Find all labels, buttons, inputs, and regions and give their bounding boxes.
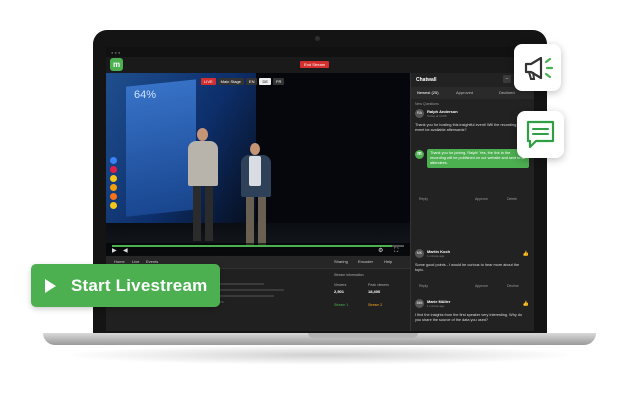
megaphone-card bbox=[514, 44, 561, 91]
approve-action[interactable]: Approve bbox=[475, 284, 488, 288]
tab-help[interactable]: Help bbox=[384, 259, 392, 264]
chat-message: MM Marie Müller 1 minute ago 👍 I find th… bbox=[415, 299, 531, 331]
peak-viewers-label: Peak viewers bbox=[368, 283, 389, 287]
stats-title: Stream information bbox=[334, 273, 364, 277]
play-icon bbox=[45, 279, 56, 293]
tab-approved[interactable]: Approved bbox=[456, 90, 473, 95]
delete-action[interactable]: Delete bbox=[507, 197, 517, 201]
megaphone-icon bbox=[524, 56, 554, 80]
speaker-right bbox=[236, 143, 276, 253]
message-time: 1 minute ago bbox=[427, 304, 445, 308]
progress-fill bbox=[112, 245, 393, 247]
laptop-base bbox=[43, 333, 596, 345]
laptop-shadow bbox=[60, 345, 580, 365]
laptop-notch bbox=[308, 333, 418, 338]
host-reply: Thank you for joining, Ralph! Yes, the l… bbox=[427, 149, 529, 168]
message-time: 1 minute ago bbox=[427, 254, 445, 258]
browser-bar: ● ● ● bbox=[106, 47, 534, 57]
stage-screen-text: 64% bbox=[134, 89, 157, 101]
app-logo: m bbox=[110, 58, 123, 71]
sad-reaction-icon[interactable] bbox=[110, 202, 117, 209]
play-icon[interactable]: ▶ bbox=[112, 248, 117, 254]
laugh-reaction-icon[interactable] bbox=[110, 175, 117, 182]
tab-language-fr[interactable]: FR bbox=[273, 78, 285, 85]
decline-action[interactable]: Decline bbox=[507, 284, 519, 288]
tab-encoder[interactable]: Encoder bbox=[358, 259, 373, 264]
fullscreen-icon[interactable]: ⛶ bbox=[394, 248, 398, 254]
player-controls: ▶ ◀ ⚙ ⛶ bbox=[106, 243, 410, 256]
tab-language-de[interactable]: DE bbox=[259, 78, 272, 85]
new-questions-label: New Questions bbox=[415, 102, 439, 106]
tab-language-en[interactable]: EN bbox=[245, 78, 258, 85]
chat-message: RA Ralph Anderson Today at 14:05 Thank y… bbox=[415, 109, 531, 209]
start-livestream-button[interactable]: Start Livestream bbox=[31, 264, 220, 307]
peak-viewers-value: 18,400 bbox=[368, 289, 381, 294]
webcam bbox=[315, 36, 320, 41]
avatar: MM bbox=[415, 299, 424, 308]
host-avatar: m bbox=[415, 150, 424, 159]
start-livestream-label: Start Livestream bbox=[71, 276, 208, 295]
live-badge: LIVE bbox=[201, 78, 216, 85]
message-actions: Reply Approve Decline bbox=[415, 284, 519, 288]
avatar: MK bbox=[415, 249, 424, 258]
heart-reaction-icon[interactable] bbox=[110, 166, 117, 173]
thumbs-up-icon[interactable]: 👍 bbox=[523, 301, 529, 307]
message-actions: Reply Approve Delete bbox=[415, 197, 517, 201]
message-text: Some good points - I would be curious to… bbox=[415, 263, 520, 272]
wow-reaction-icon[interactable] bbox=[110, 184, 117, 191]
tab-newest[interactable]: Newest (25) bbox=[417, 90, 439, 95]
speaker-left bbox=[184, 128, 224, 248]
stream-2-status: Stream 2 bbox=[368, 303, 383, 307]
tab-sharing[interactable]: Sharing bbox=[334, 259, 348, 264]
viewers-value: 2,501 bbox=[334, 289, 345, 294]
reply-action[interactable]: Reply bbox=[419, 197, 428, 201]
window-controls-icon: ● ● ● bbox=[111, 50, 121, 55]
message-text: Thank you for hosting this insightful ev… bbox=[415, 123, 528, 132]
chat-message-icon bbox=[526, 120, 555, 149]
approve-action[interactable]: Approve bbox=[475, 197, 488, 201]
clap-reaction-icon[interactable] bbox=[110, 193, 117, 200]
message-time: Today at 14:05 bbox=[427, 114, 447, 118]
reaction-bar bbox=[110, 157, 118, 211]
chatwall-title: Chatwall bbox=[416, 77, 437, 83]
chat-message: MK Martin Koch 1 minute ago 👍 Some good … bbox=[415, 249, 531, 293]
video-player[interactable]: 64% LIVE Main Stage EN DE FR ▶ ◀ ⚙ ⛶ bbox=[106, 73, 410, 256]
app-header: m End Stream bbox=[106, 57, 534, 74]
video-stage-tabs: LIVE Main Stage EN DE FR bbox=[201, 78, 285, 85]
chatwall-panel: Chatwall – ⚙ Newest (25) Approved Declin… bbox=[410, 73, 534, 331]
chat-card bbox=[517, 111, 564, 158]
viewers-label: Viewers bbox=[334, 283, 347, 287]
tab-declined[interactable]: Declined bbox=[499, 90, 515, 95]
end-stream-button[interactable]: End Stream bbox=[300, 61, 330, 68]
settings-icon[interactable]: ⚙ bbox=[378, 248, 383, 254]
thumbs-up-icon[interactable]: 👍 bbox=[523, 251, 529, 257]
like-reaction-icon[interactable] bbox=[110, 157, 117, 164]
minus-icon[interactable]: – bbox=[503, 75, 511, 83]
tab-main-stage[interactable]: Main Stage bbox=[217, 78, 244, 85]
avatar: RA bbox=[415, 109, 424, 118]
progress-bar[interactable] bbox=[112, 245, 404, 247]
message-text: I find the insights from the first speak… bbox=[415, 313, 522, 322]
reply-action[interactable]: Reply bbox=[419, 284, 428, 288]
stream-1-status: Stream 1 bbox=[334, 303, 349, 307]
volume-icon[interactable]: ◀ bbox=[123, 248, 128, 254]
